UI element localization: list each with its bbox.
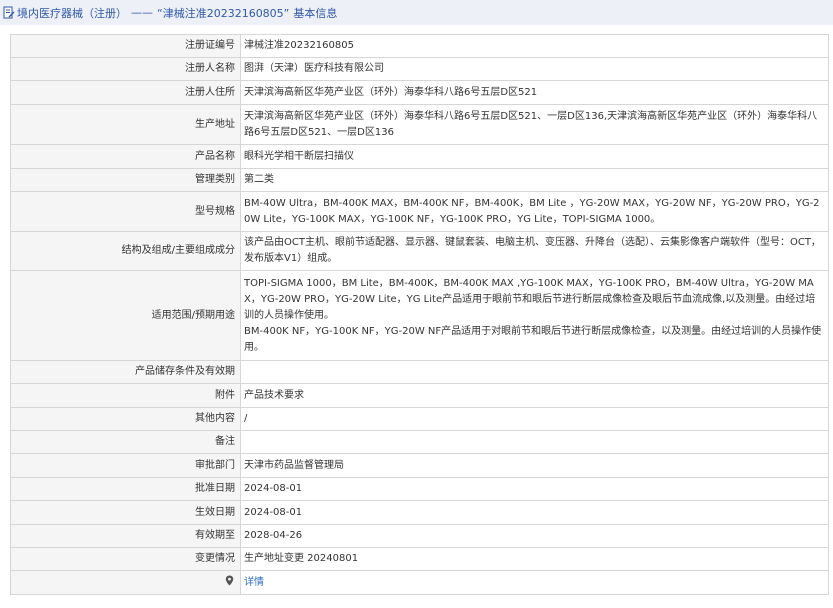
row-label-registrant-name: 注册人名称 <box>10 57 241 81</box>
table-row: 审批部门 天津市药品监督管理局 <box>10 453 829 478</box>
table-row: 备注 <box>10 430 829 454</box>
table-row: 生效日期 2024-08-01 <box>10 500 829 525</box>
details-link[interactable]: 详情 <box>244 577 264 588</box>
row-value-approval-date: 2024-08-01 <box>240 477 829 501</box>
row-label-approval-date: 批准日期 <box>10 477 241 501</box>
table-row: 产品储存条件及有效期 <box>10 360 829 384</box>
table-row: 生产地址 天津滨海高新区华苑产业区（环外）海泰华科八路6号五层D区521、一层D… <box>10 104 829 145</box>
row-value-registrant-name: 图湃（天津）医疗科技有限公司 <box>240 57 829 81</box>
table-row: 管理类别 第二类 <box>10 168 829 192</box>
row-value-approval-department: 天津市药品监督管理局 <box>240 453 829 478</box>
row-value-details: 详情 <box>240 570 829 595</box>
row-label-change-info: 变更情况 <box>10 547 241 571</box>
edit-document-icon <box>3 6 15 19</box>
row-value-attachments: 产品技术要求 <box>240 383 829 408</box>
row-label-production-address: 生产地址 <box>10 104 241 145</box>
row-label-registration-number: 注册证编号 <box>10 34 241 58</box>
row-value-effective-date: 2024-08-01 <box>240 500 829 525</box>
row-label-remarks: 备注 <box>10 430 241 454</box>
detail-table: 注册证编号 津械注准20232160805 注册人名称 图湃（天津）医疗科技有限… <box>10 34 829 595</box>
table-row: 附件 产品技术要求 <box>10 383 829 408</box>
table-row: 批准日期 2024-08-01 <box>10 477 829 501</box>
row-value-other-content: / <box>240 407 829 431</box>
table-row: 有效期至 2028-04-26 <box>10 524 829 548</box>
row-value-production-address: 天津滨海高新区华苑产业区（环外）海泰华科八路6号五层D区521、一层D区136,… <box>240 104 829 145</box>
row-value-registrant-address: 天津滨海高新区华苑产业区（环外）海泰华科八路6号五层D区521 <box>240 80 829 105</box>
row-label-structure: 结构及组成/主要组成成分 <box>10 231 241 271</box>
table-row: 注册证编号 津械注准20232160805 <box>10 34 829 58</box>
header-category: 境内医疗器械（注册） <box>17 6 127 20</box>
row-value-management-class: 第二类 <box>240 168 829 192</box>
header-separator: —— <box>131 6 153 19</box>
table-row: 其他内容 / <box>10 407 829 431</box>
table-row: 注册人住所 天津滨海高新区华苑产业区（环外）海泰华科八路6号五层D区521 <box>10 80 829 105</box>
row-label-valid-until: 有效期至 <box>10 524 241 548</box>
row-value-storage-conditions <box>240 360 829 384</box>
row-label-other-content: 其他内容 <box>10 407 241 431</box>
row-label-intended-use: 适用范围/预期用途 <box>10 270 241 361</box>
row-label-model-spec: 型号规格 <box>10 191 241 232</box>
row-value-registration-number: 津械注准20232160805 <box>240 34 829 58</box>
row-label-approval-department: 审批部门 <box>10 453 241 478</box>
table-row: 型号规格 BM-40W Ultra，BM-400K MAX，BM-400K NF… <box>10 191 829 232</box>
row-value-valid-until: 2028-04-26 <box>240 524 829 548</box>
table-row: 产品名称 眼科光学相干断层扫描仪 <box>10 144 829 169</box>
row-label-effective-date: 生效日期 <box>10 500 241 525</box>
row-value-intended-use: TOPI-SIGMA 1000，BM Lite，BM-400K，BM-400K … <box>240 270 829 361</box>
location-pin-icon <box>225 575 234 586</box>
row-label-management-class: 管理类别 <box>10 168 241 192</box>
row-label-location <box>10 570 241 595</box>
table-row: 结构及组成/主要组成成分 该产品由OCT主机、眼前节适配器、显示器、键鼠套装、电… <box>10 231 829 271</box>
header-suffix: 基本信息 <box>293 6 338 20</box>
row-value-product-name: 眼科光学相干断层扫描仪 <box>240 144 829 169</box>
table-row: 注册人名称 图湃（天津）医疗科技有限公司 <box>10 57 829 81</box>
row-value-structure: 该产品由OCT主机、眼前节适配器、显示器、键鼠套装、电脑主机、变压器、升降台（选… <box>240 231 829 271</box>
header-record-number: “津械注准20232160805” <box>157 6 290 20</box>
table-row: 详情 <box>10 570 829 595</box>
table-row: 适用范围/预期用途 TOPI-SIGMA 1000，BM Lite，BM-400… <box>10 270 829 361</box>
row-label-product-name: 产品名称 <box>10 144 241 169</box>
row-label-attachments: 附件 <box>10 383 241 408</box>
row-label-registrant-address: 注册人住所 <box>10 80 241 105</box>
page-header: 境内医疗器械（注册） —— “津械注准20232160805” 基本信息 <box>0 0 833 25</box>
row-value-remarks <box>240 430 829 454</box>
row-value-change-info: 生产地址变更 20240801 <box>240 547 829 571</box>
row-label-storage-conditions: 产品储存条件及有效期 <box>10 360 241 384</box>
row-value-model-spec: BM-40W Ultra，BM-400K MAX，BM-400K NF，BM-4… <box>240 191 829 232</box>
table-row: 变更情况 生产地址变更 20240801 <box>10 547 829 571</box>
